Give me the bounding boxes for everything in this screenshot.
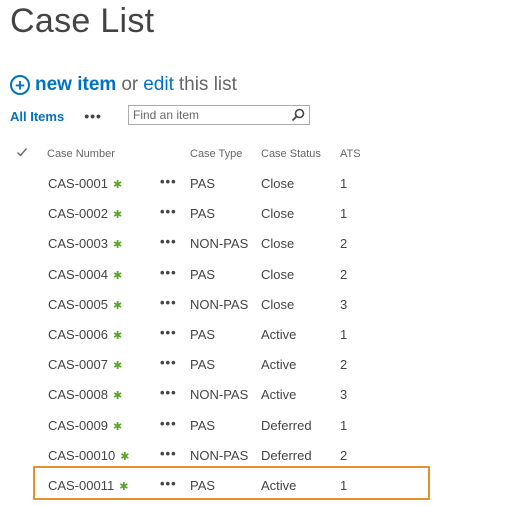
new-sparkle-icon: ✱	[112, 420, 123, 433]
this-list-text: this list	[178, 74, 237, 95]
table-row[interactable]: CAS-0009 ✱ ••• PAS Deferred 1	[0, 410, 526, 440]
search-box	[128, 105, 310, 125]
case-type-cell: PAS	[190, 417, 216, 433]
table-row[interactable]: CAS-0005 ✱ ••• NON-PAS Close 3	[0, 289, 526, 319]
case-status-cell: Close	[261, 296, 295, 312]
ats-cell: 1	[340, 326, 348, 342]
ats-cell: 1	[340, 206, 348, 222]
ats-cell: 3	[340, 387, 348, 403]
add-circle-icon[interactable]: +	[10, 75, 30, 95]
new-sparkle-icon: ✱	[112, 329, 123, 342]
column-header-ats[interactable]: ATS	[340, 148, 361, 160]
ats-cell: 2	[340, 447, 348, 463]
case-status-cell: Deferred	[261, 447, 312, 463]
or-text: or	[121, 74, 139, 95]
list-header: Case Number Case Type Case Status ATS	[10, 145, 510, 165]
row-menu-ellipsis-icon[interactable]: •••	[160, 174, 177, 189]
table-row[interactable]: CAS-0001 ✱ ••• PAS Close 1	[0, 168, 526, 198]
view-more-ellipsis-icon[interactable]: •••	[84, 108, 102, 124]
case-number-link[interactable]: CAS-0005	[48, 297, 108, 312]
row-menu-ellipsis-icon[interactable]: •••	[160, 446, 177, 461]
select-all-checkmark-icon[interactable]	[16, 146, 28, 158]
case-number-link[interactable]: CAS-0007	[48, 357, 108, 372]
ats-cell: 2	[340, 357, 348, 373]
case-number-link[interactable]: CAS-0001	[48, 176, 108, 191]
new-sparkle-icon: ✱	[112, 390, 123, 403]
case-type-cell: PAS	[190, 357, 216, 373]
ats-cell: 3	[340, 296, 348, 312]
case-status-cell: Deferred	[261, 417, 312, 433]
row-menu-ellipsis-icon[interactable]: •••	[160, 234, 177, 249]
new-sparkle-icon: ✱	[112, 179, 123, 191]
column-header-case-type[interactable]: Case Type	[190, 148, 242, 160]
column-header-case-number[interactable]: Case Number	[47, 148, 115, 160]
new-sparkle-icon: ✱	[112, 299, 123, 312]
case-number-link[interactable]: CAS-0008	[48, 387, 108, 402]
new-sparkle-icon: ✱	[112, 360, 123, 373]
search-input[interactable]	[129, 106, 283, 124]
table-row[interactable]: CAS-0007 ✱ ••• PAS Active 2	[0, 349, 526, 379]
case-number-link[interactable]: CAS-0009	[48, 418, 108, 433]
command-bar: + new item or edit this list	[10, 72, 237, 98]
views-bar: All Items •••	[10, 104, 320, 128]
row-menu-ellipsis-icon[interactable]: •••	[160, 295, 177, 310]
column-header-case-status[interactable]: Case Status	[261, 148, 321, 160]
ats-cell: 1	[340, 417, 348, 433]
ats-cell: 2	[340, 236, 348, 252]
page-title: Case List	[10, 2, 155, 40]
row-menu-ellipsis-icon[interactable]: •••	[160, 355, 177, 370]
ats-cell: 2	[340, 266, 348, 282]
case-status-cell: Close	[261, 176, 295, 191]
new-sparkle-icon: ✱	[112, 269, 123, 282]
case-number-link[interactable]: CAS-00010	[48, 448, 115, 463]
table-row[interactable]: CAS-0002 ✱ ••• PAS Close 1	[0, 198, 526, 228]
highlighted-row-outline	[33, 466, 430, 500]
case-number-link[interactable]: CAS-0004	[48, 267, 108, 282]
list-body: CAS-0001 ✱ ••• PAS Close 1 CAS-0002 ✱ ••• …	[0, 168, 526, 500]
new-sparkle-icon: ✱	[112, 239, 123, 252]
case-status-cell: Active	[261, 387, 297, 403]
case-number-link[interactable]: CAS-0006	[48, 327, 108, 342]
search-icon[interactable]	[291, 108, 305, 122]
row-menu-ellipsis-icon[interactable]: •••	[160, 385, 177, 400]
row-menu-ellipsis-icon[interactable]: •••	[160, 204, 177, 219]
view-all-items[interactable]: All Items	[10, 109, 64, 124]
case-type-cell: PAS	[190, 326, 216, 342]
row-menu-ellipsis-icon[interactable]: •••	[160, 325, 177, 340]
case-number-link[interactable]: CAS-0002	[48, 206, 108, 221]
new-sparkle-icon: ✱	[120, 450, 130, 463]
case-type-cell: PAS	[190, 176, 216, 191]
case-type-cell: PAS	[190, 266, 216, 282]
row-menu-ellipsis-icon[interactable]: •••	[160, 265, 177, 280]
table-row[interactable]: CAS-0008 ✱ ••• NON-PAS Active 3	[0, 379, 526, 409]
table-row[interactable]: CAS-0004 ✱ ••• PAS Close 2	[0, 259, 526, 289]
case-number-link[interactable]: CAS-0003	[48, 236, 108, 251]
new-item-link[interactable]: new item	[35, 74, 116, 96]
case-status-cell: Close	[261, 206, 295, 222]
row-menu-ellipsis-icon[interactable]: •••	[160, 416, 177, 431]
edit-link[interactable]: edit	[143, 74, 174, 96]
case-type-cell: NON-PAS	[190, 387, 249, 403]
case-type-cell: NON-PAS	[190, 296, 249, 312]
new-sparkle-icon: ✱	[112, 209, 123, 222]
case-status-cell: Active	[261, 357, 297, 373]
case-type-cell: PAS	[190, 206, 216, 222]
table-row[interactable]: CAS-0006 ✱ ••• PAS Active 1	[0, 319, 526, 349]
ats-cell: 1	[340, 176, 348, 191]
case-type-cell: NON-PAS	[190, 447, 249, 463]
table-row[interactable]: CAS-0003 ✱ ••• NON-PAS Close 2	[0, 228, 526, 258]
case-status-cell: Active	[261, 326, 297, 342]
case-status-cell: Close	[261, 266, 295, 282]
case-status-cell: Close	[261, 236, 295, 252]
case-type-cell: NON-PAS	[190, 236, 249, 252]
